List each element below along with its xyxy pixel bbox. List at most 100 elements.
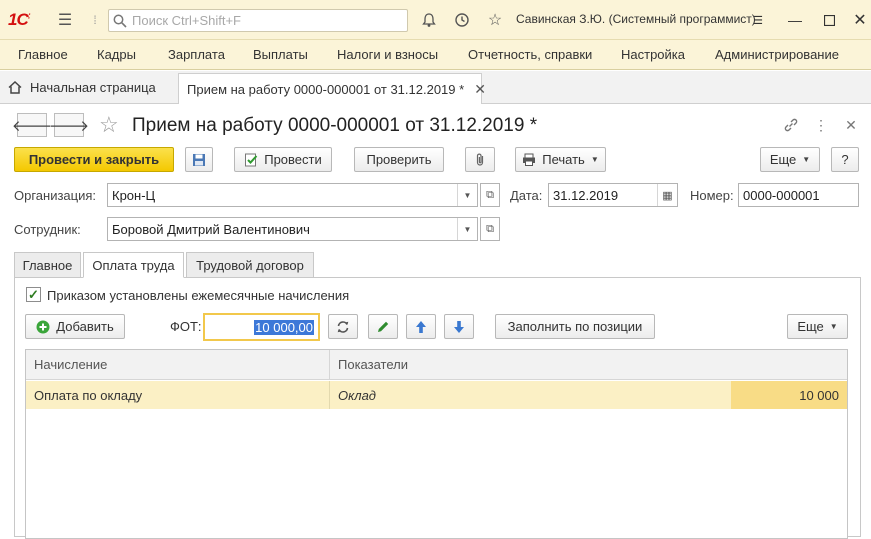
tab-home[interactable]: Начальная страница bbox=[8, 80, 156, 95]
fill-by-position-label: Заполнить по позиции bbox=[507, 319, 643, 334]
table-more-label: Еще bbox=[797, 319, 824, 334]
check-label: Проверить bbox=[366, 152, 432, 167]
table-more-button[interactable]: Еще ▼ bbox=[787, 314, 848, 339]
sections-grip-icon[interactable]: ⁞ bbox=[84, 9, 106, 31]
tab-labor-contract[interactable]: Трудовой договор bbox=[186, 252, 314, 278]
add-to-favorites-icon[interactable]: ☆ bbox=[99, 112, 119, 138]
minimize-icon[interactable]: — bbox=[784, 9, 806, 31]
number-label: Номер: bbox=[690, 188, 734, 203]
print-button[interactable]: Печать ▼ bbox=[515, 147, 606, 172]
column-header-indicators[interactable]: Показатели bbox=[330, 350, 847, 380]
dropdown-arrow-icon[interactable]: ▼ bbox=[457, 218, 477, 240]
menu-taxes[interactable]: Налоги и взносы bbox=[337, 47, 438, 62]
save-button[interactable] bbox=[185, 147, 213, 172]
more-button[interactable]: Еще ▼ bbox=[760, 147, 820, 172]
menu-reports[interactable]: Отчетность, справки bbox=[468, 47, 592, 62]
menu-salary[interactable]: Зарплата bbox=[168, 47, 225, 62]
menu-hr[interactable]: Кадры bbox=[97, 47, 136, 62]
menu-settings[interactable]: Настройка bbox=[621, 47, 685, 62]
refresh-icon bbox=[337, 320, 349, 333]
notifications-bell-icon[interactable] bbox=[418, 9, 440, 31]
app-logo: 1С: bbox=[8, 10, 31, 29]
post-and-close-label: Провести и закрыть bbox=[28, 152, 160, 167]
close-form-icon[interactable]: ✕ bbox=[840, 114, 862, 136]
current-user[interactable]: Савинская З.Ю. (Системный программист) bbox=[516, 12, 756, 26]
employee-value: Боровой Дмитрий Валентинович bbox=[112, 221, 310, 237]
organization-field[interactable]: Крон-Ц ▼ bbox=[107, 183, 478, 207]
indicator-cell[interactable]: Оклад bbox=[330, 381, 731, 409]
accrual-cell[interactable]: Оплата по окладу bbox=[26, 381, 330, 409]
more-label: Еще bbox=[769, 152, 797, 167]
monthly-accruals-checkbox[interactable]: ✓ bbox=[26, 287, 41, 302]
open-tabs-bar: Начальная страница Прием на работу 0000-… bbox=[0, 71, 871, 104]
accruals-table: Начисление Показатели Оплата по окладу О… bbox=[25, 349, 848, 539]
employee-label: Сотрудник: bbox=[14, 222, 81, 237]
number-field[interactable]: 0000-000001 bbox=[738, 183, 859, 207]
tab-document-label: Прием на работу 0000-000001 от 31.12.201… bbox=[187, 81, 465, 97]
forward-button[interactable]: 🡒 bbox=[49, 113, 89, 137]
menu-main[interactable]: Главное bbox=[18, 47, 68, 62]
open-employee-icon[interactable]: ⧉ bbox=[480, 217, 500, 241]
post-and-close-button[interactable]: Провести и закрыть bbox=[14, 147, 174, 172]
dropdown-arrow-icon[interactable]: ▼ bbox=[457, 184, 477, 206]
tab-main[interactable]: Главное bbox=[14, 252, 81, 278]
close-window-icon[interactable]: ✕ bbox=[849, 9, 871, 31]
move-up-button[interactable] bbox=[406, 314, 436, 339]
post-label: Провести bbox=[264, 152, 322, 167]
history-icon[interactable] bbox=[451, 9, 473, 31]
fot-label: ФОТ: bbox=[170, 319, 202, 334]
search-input[interactable]: Поиск Ctrl+Shift+F bbox=[108, 9, 408, 32]
employee-field[interactable]: Боровой Дмитрий Валентинович ▼ bbox=[107, 217, 478, 241]
close-tab-icon[interactable]: ✕ bbox=[474, 81, 486, 98]
search-placeholder: Поиск Ctrl+Shift+F bbox=[132, 13, 241, 28]
maximize-icon[interactable] bbox=[818, 9, 840, 31]
fot-input[interactable]: 10 000,00 bbox=[203, 313, 320, 341]
menu-admin[interactable]: Администрирование bbox=[715, 47, 839, 62]
save-icon bbox=[193, 153, 205, 166]
chevron-down-icon: ▼ bbox=[802, 155, 811, 164]
title-bar: 1С: ☰ ⁞ Поиск Ctrl+Shift+F ☆ Савинская З… bbox=[0, 0, 871, 40]
home-icon bbox=[8, 81, 22, 94]
org-label: Организация: bbox=[14, 188, 97, 203]
arrow-down-icon bbox=[454, 320, 464, 333]
more-options-icon[interactable]: ⋮ bbox=[810, 114, 832, 136]
main-menu-icon[interactable]: ☰ bbox=[54, 9, 76, 31]
attach-file-button[interactable] bbox=[465, 147, 495, 172]
table-row[interactable]: Оплата по окладу Оклад 10 000 bbox=[26, 381, 847, 409]
organization-value: Крон-Ц bbox=[112, 187, 156, 203]
print-label: Печать bbox=[542, 152, 585, 167]
page-title: Прием на работу 0000-000001 от 31.12.201… bbox=[132, 115, 538, 136]
help-button[interactable]: ? bbox=[831, 147, 859, 172]
number-value: 0000-000001 bbox=[743, 187, 820, 203]
date-field[interactable]: 31.12.2019 ▦ bbox=[548, 183, 678, 207]
sections-menu: Главное Кадры Зарплата Выплаты Налоги и … bbox=[0, 40, 871, 70]
add-accrual-button[interactable]: Добавить bbox=[25, 314, 125, 339]
date-value: 31.12.2019 bbox=[553, 187, 619, 203]
check-button[interactable]: Проверить bbox=[354, 147, 444, 172]
date-label: Дата: bbox=[510, 188, 543, 203]
post-button[interactable]: Провести bbox=[234, 147, 332, 172]
favorites-star-icon[interactable]: ☆ bbox=[484, 9, 506, 31]
back-button[interactable]: 🡐 bbox=[12, 113, 52, 137]
fill-by-position-button[interactable]: Заполнить по позиции bbox=[495, 314, 655, 339]
paperclip-icon bbox=[476, 153, 484, 166]
window-menu-icon[interactable]: ☰ bbox=[747, 9, 769, 31]
link-icon[interactable] bbox=[780, 114, 802, 136]
post-icon bbox=[245, 153, 258, 166]
calendar-icon[interactable]: ▦ bbox=[657, 184, 677, 206]
monthly-accruals-label: Приказом установлены ежемесячные начисле… bbox=[47, 288, 350, 303]
menu-payments[interactable]: Выплаты bbox=[253, 47, 308, 62]
tab-home-label: Начальная страница bbox=[30, 80, 156, 95]
indicator-value-cell[interactable]: 10 000 bbox=[731, 381, 847, 409]
move-down-button[interactable] bbox=[444, 314, 474, 339]
refresh-button[interactable] bbox=[328, 314, 358, 339]
tab-document[interactable]: Прием на работу 0000-000001 от 31.12.201… bbox=[178, 73, 486, 104]
edit-button[interactable] bbox=[368, 314, 398, 339]
chevron-down-icon: ▼ bbox=[829, 322, 838, 331]
column-header-accrual[interactable]: Начисление bbox=[26, 350, 330, 380]
tab-payment[interactable]: Оплата труда bbox=[83, 252, 184, 278]
chevron-down-icon: ▼ bbox=[590, 155, 599, 164]
arrow-up-icon bbox=[416, 320, 426, 333]
open-organization-icon[interactable]: ⧉ bbox=[480, 183, 500, 207]
search-icon bbox=[113, 14, 127, 28]
